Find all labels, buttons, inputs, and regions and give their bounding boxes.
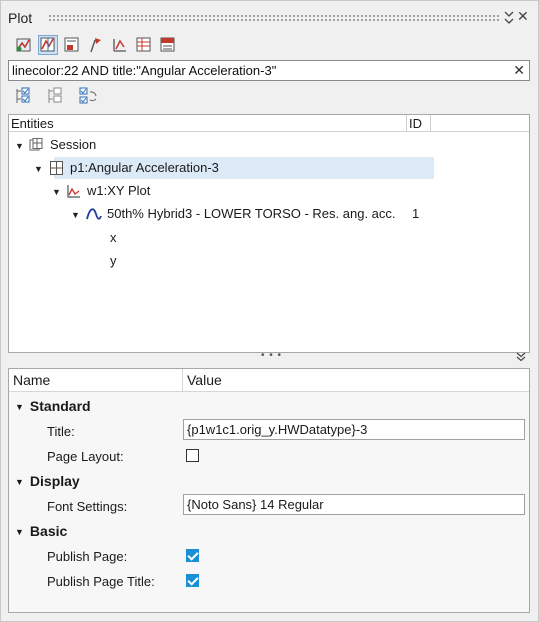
page-icon — [49, 160, 65, 179]
entity-tree: Entities ID ▼ Session ▼ p1:Angular Accel… — [8, 114, 530, 353]
entities-column-header[interactable]: Entities — [9, 115, 407, 132]
publish-page-title-label: Publish Page Title: — [47, 574, 155, 589]
publish-page-label: Publish Page: — [47, 549, 128, 564]
new-plot-icon[interactable] — [14, 35, 34, 55]
curve-icon — [85, 206, 103, 225]
publish-page-checkbox[interactable] — [186, 549, 199, 562]
drag-grip[interactable] — [48, 14, 500, 21]
font-settings-label: Font Settings: — [47, 499, 128, 514]
group-standard[interactable]: ▼ Standard — [15, 398, 91, 414]
page-layout-label: Page Layout: — [47, 449, 124, 464]
id-column-header[interactable]: ID — [407, 115, 431, 132]
y-vector-label[interactable]: y — [110, 253, 117, 268]
session-icon — [29, 137, 45, 156]
curve-edit-icon[interactable] — [38, 35, 58, 55]
expand-arrow-icon[interactable]: ▼ — [34, 164, 43, 174]
expand-arrow-icon[interactable]: ▼ — [71, 210, 80, 220]
collapse-arrow-icon[interactable]: ▼ — [15, 402, 24, 412]
value-column-header[interactable]: Value — [183, 369, 529, 392]
curve-id: 1 — [412, 206, 420, 221]
curve-label[interactable]: 50th% Hybrid3 - LOWER TORSO - Res. ang. … — [107, 206, 396, 221]
collapse-all-icon[interactable] — [46, 86, 66, 106]
title-field[interactable]: {p1w1c1.orig_y.HWDatatype}-3 — [183, 419, 525, 440]
expand-all-icon[interactable] — [14, 86, 34, 106]
notes-icon[interactable] — [62, 35, 82, 55]
search-box: ✕ — [8, 60, 530, 81]
group-display[interactable]: ▼ Display — [15, 473, 80, 489]
session-label[interactable]: Session — [50, 137, 96, 152]
collapse-icon[interactable] — [516, 352, 526, 365]
panel-title: Plot — [8, 10, 33, 26]
publish-page-title-checkbox[interactable] — [186, 574, 199, 587]
title-label: Title: — [47, 424, 75, 439]
x-vector-label[interactable]: x — [110, 230, 117, 245]
group-standard-label: Standard — [29, 398, 91, 414]
splitter-handle[interactable]: • • • — [261, 350, 282, 361]
axis-icon[interactable] — [110, 35, 130, 55]
group-basic-label: Basic — [29, 523, 68, 539]
page-label[interactable]: p1:Angular Acceleration-3 — [70, 160, 219, 175]
header-icon[interactable] — [158, 35, 178, 55]
group-basic[interactable]: ▼ Basic — [15, 523, 67, 539]
collapse-arrow-icon[interactable]: ▼ — [15, 477, 24, 487]
expand-arrow-icon[interactable]: ▼ — [52, 187, 61, 197]
clear-search-icon[interactable]: ✕ — [513, 62, 525, 79]
collapse-arrow-icon[interactable]: ▼ — [15, 527, 24, 537]
page-layout-checkbox[interactable] — [186, 449, 199, 462]
expand-arrow-icon[interactable]: ▼ — [15, 141, 24, 151]
datum-icon[interactable] — [86, 35, 106, 55]
empty-column-header — [431, 115, 529, 132]
legend-icon[interactable] — [134, 35, 154, 55]
group-display-label: Display — [29, 473, 80, 489]
window-label[interactable]: w1:XY Plot — [87, 183, 150, 198]
name-column-header[interactable]: Name — [9, 369, 183, 392]
pin-icon[interactable] — [502, 9, 516, 27]
font-settings-field[interactable]: {Noto Sans} 14 Regular — [183, 494, 525, 515]
close-icon[interactable]: ✕ — [517, 8, 529, 25]
xy-plot-icon — [66, 183, 82, 202]
sync-selection-icon[interactable] — [78, 86, 98, 106]
properties-table: Name Value ▼ Standard Title: {p1w1c1.orig… — [8, 368, 530, 613]
search-input[interactable] — [12, 62, 508, 79]
